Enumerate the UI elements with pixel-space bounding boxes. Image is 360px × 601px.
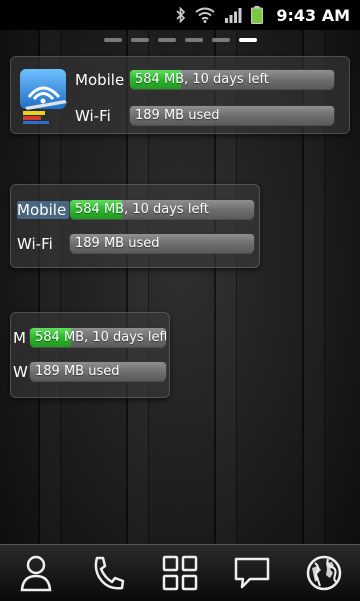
data-usage-app-icon: [20, 69, 67, 124]
wifi-usage-text: 189 MB used: [75, 236, 160, 251]
page-dot-active[interactable]: [238, 38, 257, 42]
mobile-usage-bar: 584 MB, 10 days left: [129, 69, 335, 90]
battery-icon: [251, 6, 264, 24]
page-dot[interactable]: [157, 38, 176, 42]
page-dot[interactable]: [103, 38, 122, 42]
wifi-label: Wi-Fi: [17, 234, 53, 253]
contacts-icon[interactable]: [14, 551, 58, 595]
apps-grid-icon[interactable]: [158, 551, 202, 595]
wifi-label: Wi-Fi: [75, 106, 111, 125]
status-bar[interactable]: 9:43 AM: [0, 0, 360, 30]
data-usage-widget-medium[interactable]: Mobile 584 MB, 10 days left Wi-Fi 189 MB…: [10, 184, 260, 268]
mobile-label: Mobile: [75, 70, 125, 89]
wifi-usage-bar: 189 MB used: [129, 105, 335, 126]
mobile-label: M: [13, 328, 26, 347]
status-time: 9:43 AM: [276, 5, 350, 25]
messaging-icon[interactable]: [230, 551, 274, 595]
signal-icon: [224, 7, 242, 23]
mobile-usage-text: 584 MB, 10 days left: [35, 330, 167, 345]
wifi-usage-text: 189 MB used: [35, 364, 120, 379]
wifi-usage-text: 189 MB used: [135, 108, 220, 123]
mobile-label: Mobile: [17, 200, 69, 219]
dock-bar: [0, 544, 360, 601]
mobile-usage-bar: 584 MB, 10 days left: [69, 199, 255, 220]
phone-icon[interactable]: [86, 551, 130, 595]
page-dot[interactable]: [130, 38, 149, 42]
wifi-usage-bar: 189 MB used: [29, 361, 167, 382]
page-dot[interactable]: [184, 38, 203, 42]
data-usage-widget-large[interactable]: Mobile 584 MB, 10 days left Wi-Fi 189 MB…: [10, 56, 350, 134]
home-page-indicator[interactable]: [0, 38, 360, 42]
wifi-usage-bar: 189 MB used: [69, 233, 255, 254]
mobile-usage-bar: 584 MB, 10 days left: [29, 327, 167, 348]
bluetooth-icon: [176, 7, 186, 23]
mobile-usage-text: 584 MB, 10 days left: [135, 72, 269, 87]
browser-globe-icon[interactable]: [302, 551, 346, 595]
wifi-icon: [195, 7, 215, 23]
mobile-usage-text: 584 MB, 10 days left: [75, 202, 209, 217]
data-usage-widget-small[interactable]: M 584 MB, 10 days left W 189 MB used: [10, 312, 170, 398]
wifi-label: W: [13, 362, 28, 381]
page-dot[interactable]: [211, 38, 230, 42]
